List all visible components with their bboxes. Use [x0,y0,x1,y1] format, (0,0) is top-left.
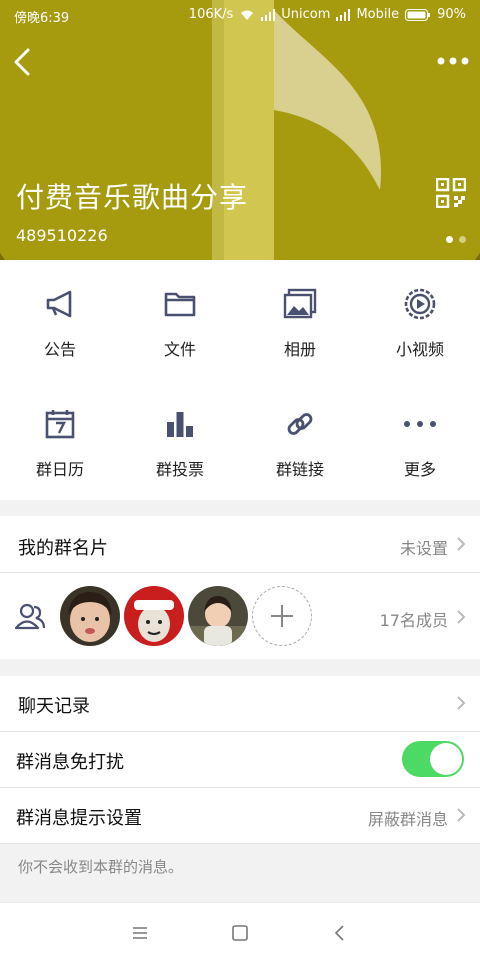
wifi-icon [241,10,254,20]
action-label: 群日历 [35,460,84,479]
header-background [0,0,480,260]
action-album[interactable]: 相册 [240,260,360,380]
group-name: 付费音乐歌曲分享 [16,181,249,214]
action-label: 小视频 [395,340,444,359]
video-icon [404,288,436,320]
action-short-video[interactable]: 小视频 [360,260,480,380]
notify-hint: 你不会收到本群的消息。 [18,858,184,876]
more-icon [404,421,436,427]
mute-title: 群消息免打扰 [16,752,124,773]
action-label: 相册 [283,340,316,359]
action-label: 公告 [43,340,76,359]
system-nav-bar [0,902,480,961]
chevron-right-icon [457,696,466,710]
folder-icon [164,292,196,317]
status-bar: 傍晚6:39 106K/s Unicom Mobile 90% [0,0,480,30]
megaphone-icon [46,290,72,318]
add-member-button[interactable] [252,586,312,646]
back-icon[interactable] [328,921,352,945]
signal-icon [261,8,276,21]
status-carrier-1: Unicom [281,7,331,22]
avatar[interactable] [188,586,248,646]
page-dot [446,236,453,243]
home-icon[interactable] [228,921,252,945]
plus-icon [271,605,293,627]
status-time: 傍晚6:39 [14,11,70,26]
avatar[interactable] [60,586,120,646]
menu-icon[interactable] [128,921,152,945]
page-indicator [446,236,466,243]
chevron-right-icon [457,808,466,822]
link-icon [287,413,313,435]
action-label: 更多 [403,460,436,479]
toggle-knob [430,743,462,775]
action-poll[interactable]: 群投票 [120,380,240,500]
mute-toggle[interactable] [402,741,464,777]
action-calendar[interactable]: 群日历 [0,380,120,500]
chevron-right-icon [457,537,466,551]
signal-icon [336,8,351,21]
notify-settings-title: 群消息提示设置 [16,808,142,829]
poll-icon [167,412,193,437]
my-group-card-row[interactable]: 我的群名片 未设置 [0,516,480,572]
status-carrier-2: Mobile [356,7,400,22]
action-label: 文件 [163,340,196,359]
avatar[interactable] [124,586,184,646]
group-id: 489510226 [16,226,108,245]
my-group-card-title: 我的群名片 [18,538,108,559]
calendar-icon [45,410,75,439]
member-count: 17名成员 [379,611,448,630]
qr-code-icon[interactable] [436,178,466,208]
chevron-right-icon [457,610,466,624]
notify-settings-value: 屏蔽群消息 [367,810,448,829]
my-group-card-value: 未设置 [399,539,448,558]
action-announcement[interactable]: 公告 [0,260,120,380]
group-header: 傍晚6:39 106K/s Unicom Mobile 90% 付费音乐歌曲分享… [0,0,480,260]
back-arrow-icon[interactable] [6,44,42,80]
action-files[interactable]: 文件 [120,260,240,380]
page-dot [459,236,466,243]
status-battery: 90% [437,7,466,22]
action-link[interactable]: 群链接 [240,380,360,500]
chat-history-title: 聊天记录 [18,696,90,717]
photos-icon [283,288,317,319]
action-label: 群链接 [275,460,324,479]
status-speed: 106K/s [188,7,234,22]
action-grid: 公告 文件 相册 小视频 群日历 群投票 群链接 更多 [0,260,480,500]
chat-history-row[interactable]: 聊天记录 [0,676,480,731]
action-label: 群投票 [155,460,204,479]
action-more[interactable]: 更多 [360,380,480,500]
more-dots-icon[interactable] [436,46,470,76]
divider [0,843,480,844]
notify-settings-row[interactable]: 群消息提示设置 屏蔽群消息 [0,788,480,843]
battery-icon [405,8,431,21]
members-icon [14,603,46,630]
